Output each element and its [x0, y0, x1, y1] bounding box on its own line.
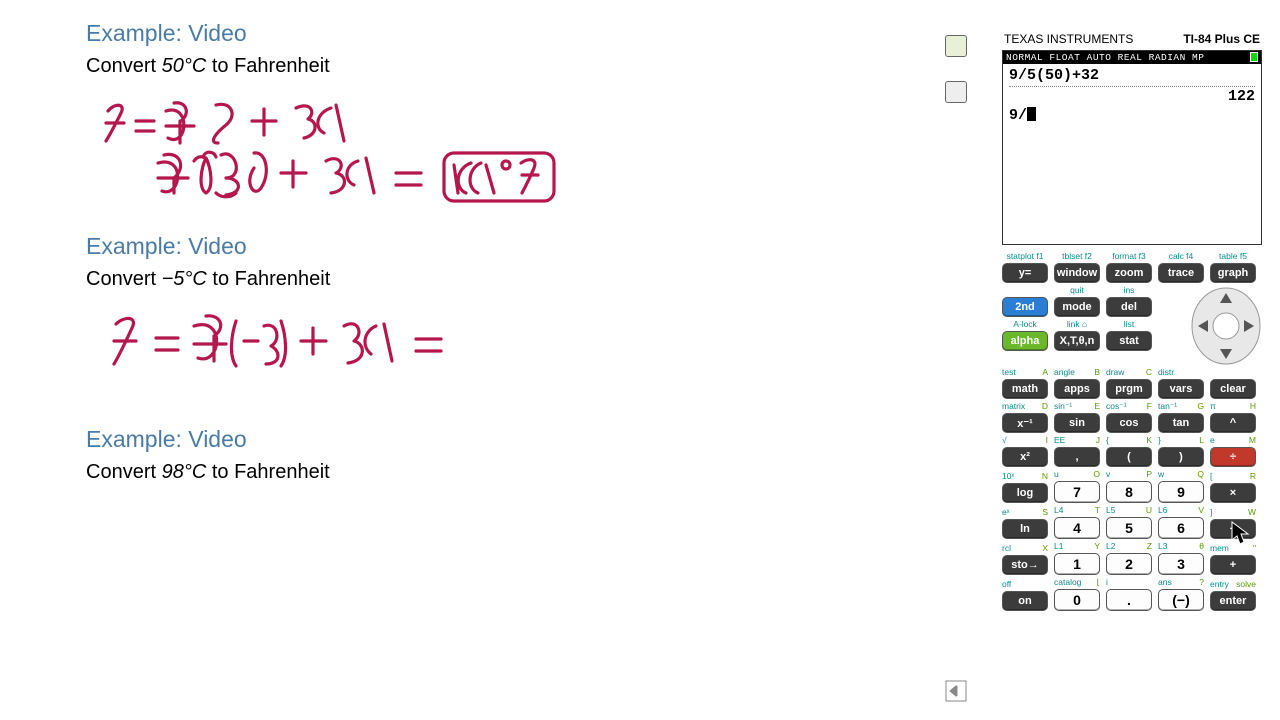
- key-x[interactable]: x²: [1002, 447, 1048, 467]
- key-y[interactable]: y=: [1002, 263, 1048, 283]
- keypad: statplot f1y=tblset f2windowformat f3zoo…: [1002, 251, 1262, 611]
- calc-screen: NORMAL FLOAT AUTO REAL RADIAN MP 9/5(50)…: [1002, 50, 1262, 245]
- key-math[interactable]: math: [1002, 379, 1048, 399]
- key-1[interactable]: 1: [1054, 553, 1100, 575]
- key-sin[interactable]: sin: [1054, 413, 1100, 433]
- key-prgm[interactable]: prgm: [1106, 379, 1152, 399]
- key-stat[interactable]: stat: [1106, 331, 1152, 351]
- dpad[interactable]: [1190, 285, 1262, 367]
- key-[interactable]: ×: [1210, 483, 1256, 503]
- key-2[interactable]: 2: [1106, 553, 1152, 575]
- key-[interactable]: .: [1106, 589, 1152, 611]
- key-on[interactable]: on: [1002, 591, 1048, 611]
- key-alpha[interactable]: alpha: [1002, 331, 1048, 351]
- key-tan[interactable]: tan: [1158, 413, 1204, 433]
- calculator: TEXAS INSTRUMENTS TI-84 Plus CE NORMAL F…: [1002, 32, 1262, 613]
- example-3: Example: Video Convert 98°C to Fahrenhei…: [86, 426, 940, 484]
- screen-input-1: 9/5(50)+32: [1009, 67, 1255, 84]
- key-vars[interactable]: vars: [1158, 379, 1204, 399]
- example-prompt: Convert 98°C to Fahrenheit: [86, 461, 940, 484]
- key-[interactable]: ): [1158, 447, 1204, 467]
- key-enter[interactable]: enter: [1210, 591, 1256, 611]
- calc-tool-icon[interactable]: [945, 35, 967, 57]
- key-ln[interactable]: ln: [1002, 519, 1048, 539]
- cursor-block: [1027, 107, 1036, 121]
- key-0[interactable]: 0: [1054, 589, 1100, 611]
- key-del[interactable]: del: [1106, 297, 1152, 317]
- example-heading: Example: Video: [86, 20, 940, 47]
- key-mode[interactable]: mode: [1054, 297, 1100, 317]
- key-[interactable]: (−): [1158, 589, 1204, 611]
- key-xtn[interactable]: X,T,θ,n: [1054, 331, 1100, 351]
- example-1: Example: Video Convert 50°C to Fahrenhei…: [86, 20, 940, 213]
- calc-brand-bar: TEXAS INSTRUMENTS TI-84 Plus CE: [1002, 32, 1262, 50]
- example-prompt: Convert −5°C to Fahrenheit: [86, 268, 940, 291]
- key-8[interactable]: 8: [1106, 481, 1152, 503]
- key-cos[interactable]: cos: [1106, 413, 1152, 433]
- copy-tool-icon[interactable]: [945, 81, 967, 103]
- side-tools: [945, 35, 967, 103]
- handwriting-1: [86, 93, 940, 213]
- model-name: TI-84 Plus CE: [1183, 32, 1260, 46]
- example-prompt: Convert 50°C to Fahrenheit: [86, 55, 940, 78]
- example-heading: Example: Video: [86, 426, 940, 453]
- screen-answer-1: 122: [1009, 86, 1255, 105]
- key-3[interactable]: 3: [1158, 553, 1204, 575]
- example-heading: Example: Video: [86, 233, 940, 260]
- key-apps[interactable]: apps: [1054, 379, 1100, 399]
- key-[interactable]: ^: [1210, 413, 1256, 433]
- collapse-icon[interactable]: [945, 680, 967, 702]
- status-bar: NORMAL FLOAT AUTO REAL RADIAN MP: [1003, 51, 1261, 64]
- key-9[interactable]: 9: [1158, 481, 1204, 503]
- key-x[interactable]: x⁻¹: [1002, 413, 1048, 433]
- key-[interactable]: ÷: [1210, 447, 1256, 467]
- battery-icon: [1250, 52, 1258, 62]
- key-7[interactable]: 7: [1054, 481, 1100, 503]
- key-2nd[interactable]: 2nd: [1002, 297, 1048, 317]
- mouse-cursor: [1230, 520, 1250, 551]
- key-[interactable]: +: [1210, 555, 1256, 575]
- key-sto[interactable]: sto→: [1002, 555, 1048, 575]
- handwriting-2: [86, 306, 940, 396]
- screen-input-2: 9/: [1009, 107, 1255, 124]
- document-area: Example: Video Convert 50°C to Fahrenhei…: [0, 0, 940, 720]
- brand-name: TEXAS INSTRUMENTS: [1004, 32, 1133, 46]
- example-2: Example: Video Convert −5°C to Fahrenhei…: [86, 233, 940, 396]
- key-[interactable]: (: [1106, 447, 1152, 467]
- key-trace[interactable]: trace: [1158, 263, 1204, 283]
- key-4[interactable]: 4: [1054, 517, 1100, 539]
- key-graph[interactable]: graph: [1210, 263, 1256, 283]
- key-[interactable]: ,: [1054, 447, 1100, 467]
- key-5[interactable]: 5: [1106, 517, 1152, 539]
- key-clear[interactable]: clear: [1210, 379, 1256, 399]
- key-window[interactable]: window: [1054, 263, 1100, 283]
- key-6[interactable]: 6: [1158, 517, 1204, 539]
- key-log[interactable]: log: [1002, 483, 1048, 503]
- key-zoom[interactable]: zoom: [1106, 263, 1152, 283]
